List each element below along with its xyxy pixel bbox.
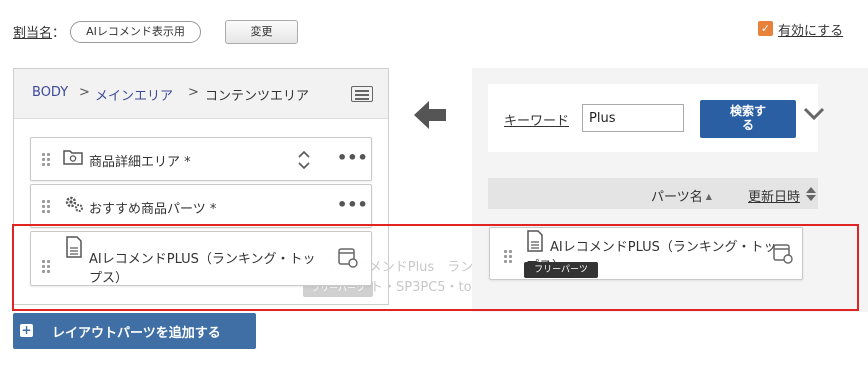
breadcrumb-body[interactable]: BODY [32,85,68,100]
breadcrumb-content-area: コンテンツエリア [205,89,310,104]
gears-icon [65,196,83,212]
sort-asc-icon: ▲ [705,192,712,201]
assignment-name-label-text[interactable]: 割当名 [13,26,52,41]
list-view-icon[interactable] [351,86,373,102]
sort-parts-label: パーツ名 [651,190,703,205]
assignment-name-label: 割当名： [13,22,65,41]
keyword-label[interactable]: キーワード [504,110,569,129]
drag-handle-icon[interactable] [42,153,50,167]
arrow-left-icon [414,101,446,129]
layout-item-recommend-parts[interactable]: おすすめ商品パーツ * ••• [30,184,372,228]
more-options-icon[interactable]: ••• [337,148,368,167]
enable-checkbox[interactable]: ✓ [758,21,773,36]
sort-by-updated-date[interactable]: 更新日時 [748,186,800,205]
folder-gear-icon [63,150,83,165]
add-layout-part-button[interactable]: + レイアウトパーツを追加する [13,313,256,349]
search-button-label-2: る [741,118,754,132]
plus-icon: + [20,323,33,337]
breadcrumb-separator: > [188,85,199,100]
layout-item-product-detail[interactable]: 商品詳細エリア * ••• [30,137,372,181]
more-options-icon[interactable]: ••• [337,195,368,214]
layout-item-label: おすすめ商品パーツ * [89,202,217,217]
layout-panel-header [14,69,388,119]
chevron-down-icon[interactable] [803,106,825,122]
sort-both-icon[interactable] [805,186,817,202]
add-layout-part-label: レイアウトパーツを追加する [52,326,221,341]
search-button[interactable]: 検索す る [700,100,796,138]
breadcrumb-main-area[interactable]: メインエリア [95,85,173,104]
sort-date-label: 更新日時 [748,190,801,205]
breadcrumb-separator: > [79,85,90,100]
drag-handle-icon[interactable] [42,200,50,214]
assignment-name-pill: AIレコメンド表示用 [70,21,201,43]
change-button[interactable]: 変更 [225,20,298,44]
keyword-input[interactable] [582,104,684,132]
sort-by-parts-name[interactable]: パーツ名 ▲ [651,186,712,205]
search-button-label-1: 検索す [729,104,766,118]
expand-collapse-icon[interactable] [297,149,311,171]
highlight-frame [12,224,859,311]
enable-label[interactable]: 有効にする [778,20,843,39]
assignment-colon: ： [52,26,66,41]
layout-item-label: 商品詳細エリア * [89,155,191,170]
